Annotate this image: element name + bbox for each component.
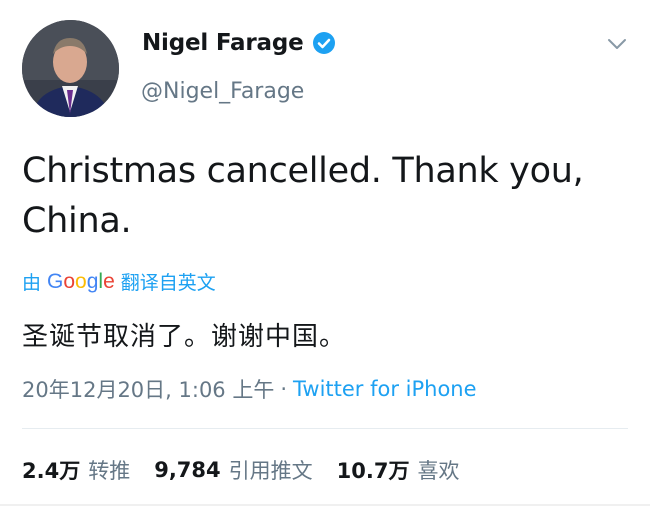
engagement-stats: 2.4万 转推 9,784 引用推文 10.7万 喜欢 (22, 455, 483, 485)
tweet-meta: 20年12月20日, 1:06 上午 · Twitter for iPhone (22, 374, 477, 404)
verified-badge-icon (312, 31, 336, 55)
retweets-stat[interactable]: 2.4万 转推 (22, 455, 130, 485)
tweet-card: Nigel Farage @Nigel_Farage Christmas can… (0, 0, 650, 506)
tweet-text: Christmas cancelled. Thank you, China. (22, 146, 622, 246)
avatar-photo (22, 20, 119, 117)
user-handle[interactable]: @Nigel_Farage (141, 79, 304, 104)
quotes-label: 引用推文 (228, 459, 313, 483)
avatar[interactable] (22, 20, 119, 117)
meta-separator: · (280, 377, 288, 401)
retweets-count: 2.4万 (22, 459, 81, 483)
translation-attribution[interactable]: 由 Google 翻译自英文 (22, 268, 216, 295)
quotes-count: 9,784 (154, 458, 221, 482)
timestamp[interactable]: 20年12月20日, 1:06 上午 (22, 374, 274, 404)
tweet-text-line: China. (22, 201, 132, 241)
display-name[interactable]: Nigel Farage (142, 30, 304, 56)
divider (22, 428, 628, 429)
retweets-label: 转推 (88, 459, 131, 483)
tweet-text-line: Christmas cancelled. Thank you, (22, 151, 584, 191)
translation-suffix: 翻译自英文 (120, 272, 216, 294)
translated-text: 圣诞节取消了。谢谢中国。 (22, 322, 347, 352)
likes-label: 喜欢 (417, 459, 460, 483)
chevron-down-icon[interactable] (606, 36, 628, 52)
google-logo: Google (47, 269, 115, 293)
quotes-stat[interactable]: 9,784 引用推文 (154, 455, 312, 485)
source-link[interactable]: Twitter for iPhone (293, 377, 477, 401)
likes-count: 10.7万 (336, 459, 410, 483)
name-row: Nigel Farage (142, 30, 336, 56)
likes-stat[interactable]: 10.7万 喜欢 (337, 455, 460, 485)
translation-prefix: 由 (22, 272, 42, 294)
